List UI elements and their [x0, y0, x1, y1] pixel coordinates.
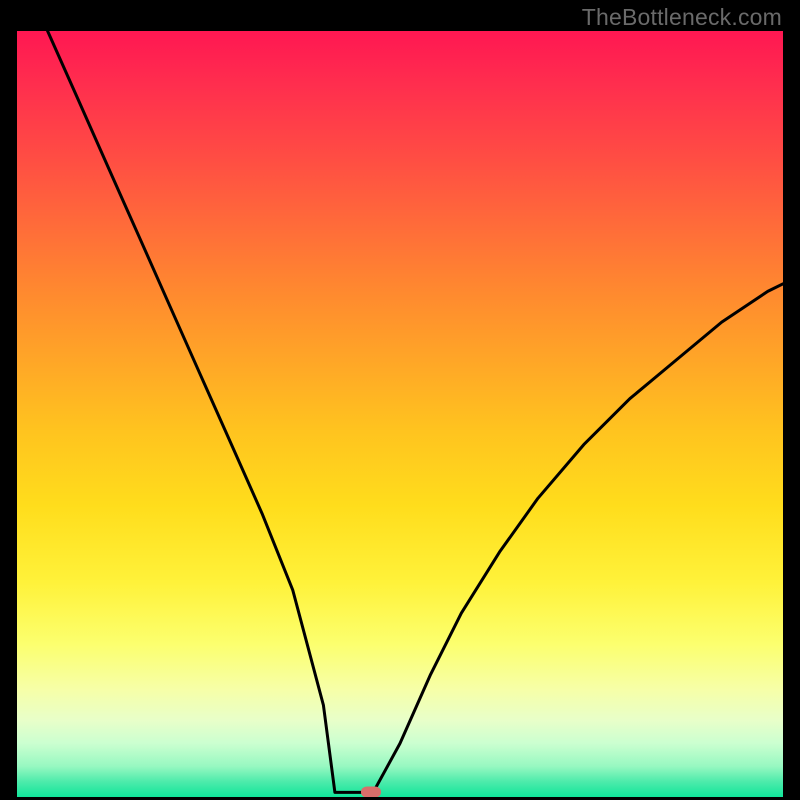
- optimal-marker: [361, 787, 381, 797]
- watermark-text: TheBottleneck.com: [582, 4, 782, 31]
- curve-svg: [17, 31, 783, 797]
- chart-frame: TheBottleneck.com: [0, 0, 800, 800]
- plot-area: [17, 31, 783, 797]
- bottleneck-curve: [48, 31, 783, 792]
